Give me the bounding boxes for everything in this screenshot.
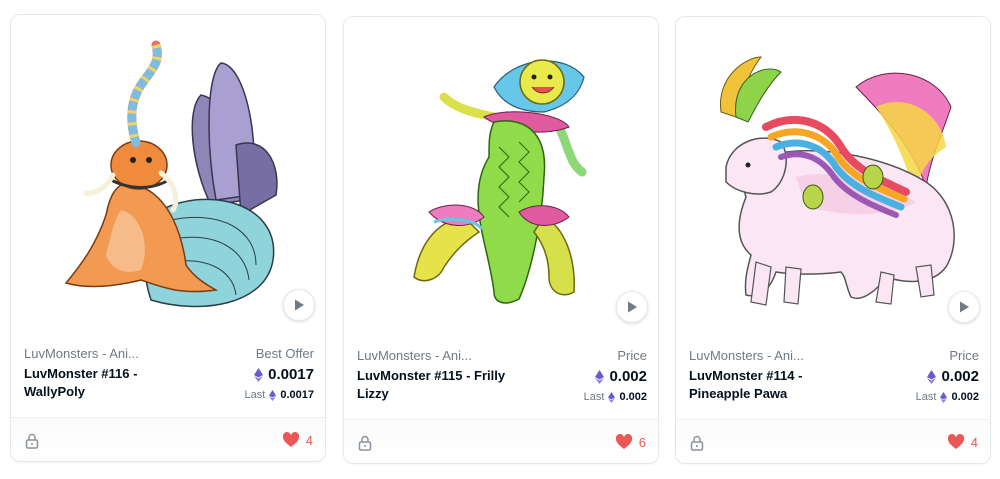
play-icon	[628, 301, 637, 313]
play-button[interactable]	[616, 291, 648, 323]
nft-card[interactable]: LuvMonsters - Ani... LuvMonster #115 - F…	[343, 16, 659, 464]
play-button[interactable]	[948, 291, 980, 323]
price-amount: 0.0017	[268, 366, 314, 383]
favorite-button[interactable]: 4	[282, 432, 313, 448]
last-label: Last	[583, 391, 605, 403]
last-label: Last	[244, 389, 266, 401]
ethereum-icon	[927, 370, 937, 384]
last-sale: Last 0.002	[584, 389, 647, 405]
favorite-count: 4	[970, 434, 978, 450]
last-price: 0.002	[951, 391, 979, 403]
card-footer: 4	[11, 417, 325, 461]
card-info: LuvMonsters - Ani... LuvMonster #114 - P…	[676, 339, 990, 419]
nft-artwork-image[interactable]	[676, 17, 990, 339]
favorite-button[interactable]: 6	[615, 434, 646, 450]
price-label: Price	[949, 348, 979, 363]
price-label: Price	[617, 348, 647, 363]
nft-artwork-image[interactable]	[344, 17, 658, 339]
nft-name: LuvMonster #116 - WallyPoly	[24, 366, 138, 399]
price-label: Best Offer	[255, 346, 314, 361]
card-footer: 4	[676, 419, 990, 463]
play-button[interactable]	[283, 289, 315, 321]
price-amount: 0.002	[941, 368, 979, 385]
nft-name: LuvMonster #114 - Pineapple Pawa	[689, 368, 803, 401]
price-value: 0.0017	[245, 365, 314, 385]
last-price: 0.002	[619, 391, 647, 403]
favorite-button[interactable]: 4	[947, 434, 978, 450]
ethereum-icon	[595, 370, 605, 384]
ethereum-icon	[269, 389, 277, 401]
nft-artwork-image[interactable]	[11, 15, 325, 337]
card-info: LuvMonsters - Ani... LuvMonster #115 - F…	[344, 339, 658, 419]
card-footer: 6	[344, 419, 658, 463]
ethereum-icon	[608, 391, 616, 403]
collection-name[interactable]: LuvMonsters - Ani...	[24, 345, 146, 363]
price-value: 0.002	[916, 367, 979, 387]
price-value: 0.002	[584, 367, 647, 387]
play-icon	[960, 301, 969, 313]
collection-name[interactable]: LuvMonsters - Ani...	[689, 347, 811, 365]
lock-icon[interactable]	[690, 435, 704, 451]
play-icon	[295, 299, 304, 311]
ethereum-icon	[254, 368, 264, 382]
ethereum-icon	[940, 391, 948, 403]
last-sale: Last 0.0017	[245, 387, 314, 403]
card-info: LuvMonsters - Ani... LuvMonster #116 - W…	[11, 337, 325, 417]
heart-icon	[282, 432, 299, 447]
nft-card[interactable]: LuvMonsters - Ani... LuvMonster #114 - P…	[675, 16, 991, 464]
heart-icon	[947, 434, 964, 449]
nft-name: LuvMonster #115 - Frilly Lizzy	[357, 368, 506, 401]
collection-name[interactable]: LuvMonsters - Ani...	[357, 347, 479, 365]
heart-icon	[615, 434, 632, 449]
last-label: Last	[915, 391, 937, 403]
favorite-count: 4	[305, 432, 313, 448]
favorite-count: 6	[638, 434, 646, 450]
last-sale: Last 0.002	[916, 389, 979, 405]
price-amount: 0.002	[609, 368, 647, 385]
nft-card[interactable]: LuvMonsters - Ani... LuvMonster #116 - W…	[10, 14, 326, 462]
lock-icon[interactable]	[25, 433, 39, 449]
last-price: 0.0017	[280, 389, 314, 401]
lock-icon[interactable]	[358, 435, 372, 451]
